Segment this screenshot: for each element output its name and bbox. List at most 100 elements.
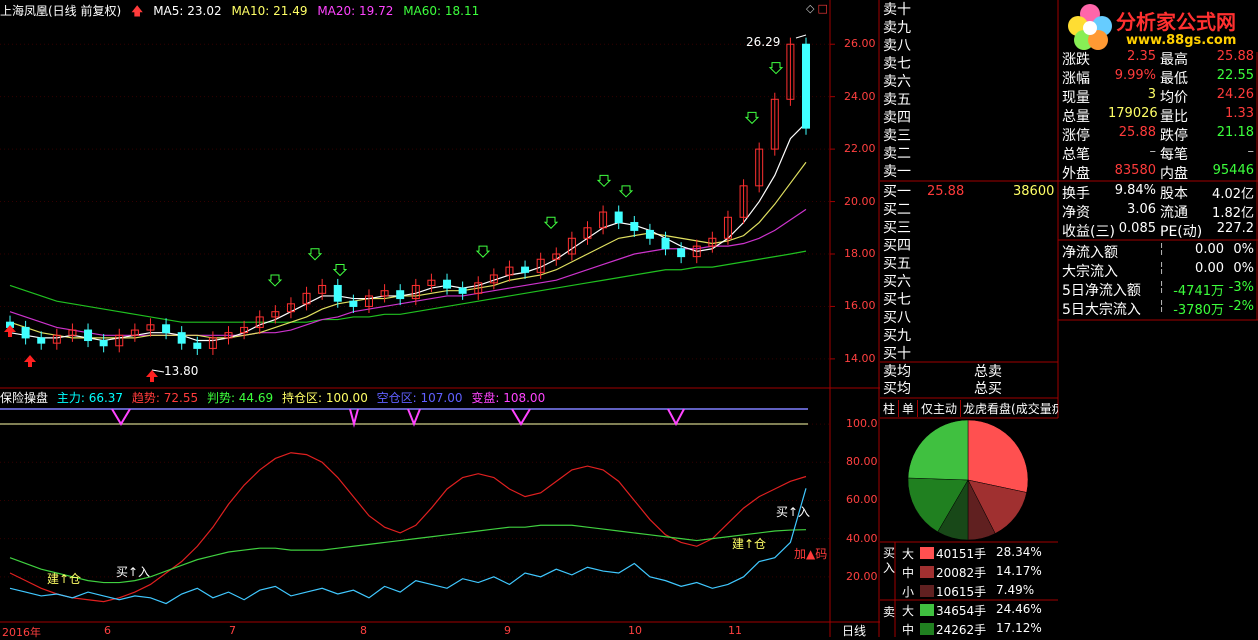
x-label-3: 8 [360,624,367,637]
flow-pct-3: -2% [1228,299,1254,314]
price-high-label: 26.29 [746,35,781,49]
tab-zhu[interactable]: 柱 [880,400,900,417]
ma20-line [9,208,807,336]
red-up-arrow [24,355,36,367]
fund-value2-0: 4.02亿 [1212,187,1254,202]
sell-level-5: 卖五 [883,92,911,108]
deal-size-4: 中 [902,623,915,637]
kline-chart-area[interactable]: 上海凤凰(日线 前复权) 🡅 MA5: 23.02 MA10: 21.49 MA… [0,0,880,639]
buy-signal-arrow [768,62,784,75]
ma60-series [9,250,807,323]
quote-value2-0: 25.88 [1216,49,1254,64]
deal-color-swatch-1 [920,566,934,578]
buy-signal-arrow [744,111,760,125]
deal-pie-chart [907,419,1029,541]
buy-signal-arrow [475,245,491,258]
square-icon[interactable]: □ [817,2,827,15]
quote-value-5: – [1149,144,1157,159]
tab-dan[interactable]: 单 [899,400,919,417]
quote-label-1: 涨幅 [1062,71,1090,87]
jiancang-label-2: 建↑仓 [732,537,767,551]
buy-level-10: 买十 [883,346,911,362]
deal-size-1: 中 [902,566,915,580]
sell-level-6: 卖六 [883,74,911,90]
quote-label-6: 外盘 [1062,166,1090,182]
period-label[interactable]: 日线 [842,622,866,639]
tab-longhu[interactable]: 龙虎看盘(成交量疠 [961,400,1058,417]
quote-value2-6: 95446 [1212,163,1254,178]
diamond-icon[interactable]: ◇ [806,2,814,15]
ind-tick-3: 40.00 [846,531,878,545]
candle-body [614,211,623,224]
quote-value-6: 83580 [1114,163,1156,178]
candle-body [521,266,530,273]
jiancang-label-1: 建↑仓 [47,572,82,586]
buy-signal-arrow [332,263,348,277]
buy-signal-arrow [543,216,559,229]
ma10-series [9,161,807,339]
pie-slice-0 [967,419,1029,493]
buy-level-5: 买五 [883,256,911,272]
quote-label-2: 现量 [1062,90,1090,106]
x-label-1: 6 [104,624,111,637]
price-tick-6: 14.00 [844,351,876,365]
price-tick-2: 22.00 [844,142,876,156]
x-label-0: 2016年 [2,626,41,639]
flow-label-3: 5日大宗流入 [1062,302,1141,318]
position-band [0,408,808,428]
deal-color-swatch-3 [920,604,934,616]
quote-label-0: 涨跌 [1062,52,1090,68]
red-up-arrow [146,370,158,382]
price-tick-4: 18.00 [844,247,876,260]
sell-level-3: 卖三 [883,128,911,144]
deal-color-swatch-4 [920,623,934,635]
high-marker [795,34,807,39]
price-low-label: 13.80 [164,364,199,378]
mairu-label-1: 买↑入 [116,565,151,579]
panduan-series [9,488,807,605]
quote-value2-5: – [1247,144,1255,159]
deal-qty-2: 10615手 [936,585,987,599]
deal-pct-2: 7.49% [996,583,1035,597]
avg-buy-label: 买均 [883,381,911,397]
indicator-lines [9,452,807,605]
quote-value-0: 2.35 [1127,49,1156,64]
candle-body [21,326,30,339]
flow-pct-2: -3% [1228,280,1254,295]
deal-pct-4: 17.12% [996,621,1042,635]
indicator-name: 保险操盘 [0,391,49,405]
fund-label-1: 净资 [1062,205,1090,221]
quote-value-3: 179026 [1108,106,1158,121]
buy-signal-arrow [596,174,612,188]
quote-label2-0: 最高 [1160,52,1188,68]
buy-signal-arrows [4,62,784,382]
quote-label-4: 涨停 [1062,128,1090,144]
sell-side-label: 卖 [883,605,896,619]
fund-value2-2: 227.2 [1216,221,1254,236]
qushi-label: 趋势: 72.55 [131,391,199,405]
up-arrow-icon: 🡅 [131,4,144,18]
deal-qty-0: 40151手 [936,547,987,561]
ma10-label: MA10: 21.49 [231,4,308,18]
fund-label2-1: 流通 [1160,205,1188,221]
ma20-label: MA20: 19.72 [317,4,394,18]
deal-pct-1: 14.17% [996,564,1042,578]
x-label-2: 7 [229,624,236,637]
flow-value-2: -4741万 [1173,284,1224,299]
ma5-series [9,122,807,342]
window-controls[interactable]: ◇ □ [806,2,828,15]
buy-level-8: 买八 [883,310,911,326]
tab-zhudong[interactable]: 仅主动 [918,400,962,417]
quote-value2-2: 24.26 [1216,87,1254,102]
logo-url: www.88gs.com [1126,33,1237,48]
ma60-label: MA60: 18.11 [403,4,480,18]
candle-body [193,342,202,349]
bianpan-mark [667,408,685,427]
quote-label2-6: 内盘 [1160,166,1188,182]
panduan-label: 判势: 44.69 [206,391,274,405]
deal-pct-0: 28.34% [996,545,1042,559]
candle-body [99,340,108,347]
quote-value2-1: 22.55 [1216,68,1254,83]
ma5-line [9,122,807,342]
quote-label2-3: 量比 [1160,109,1188,125]
